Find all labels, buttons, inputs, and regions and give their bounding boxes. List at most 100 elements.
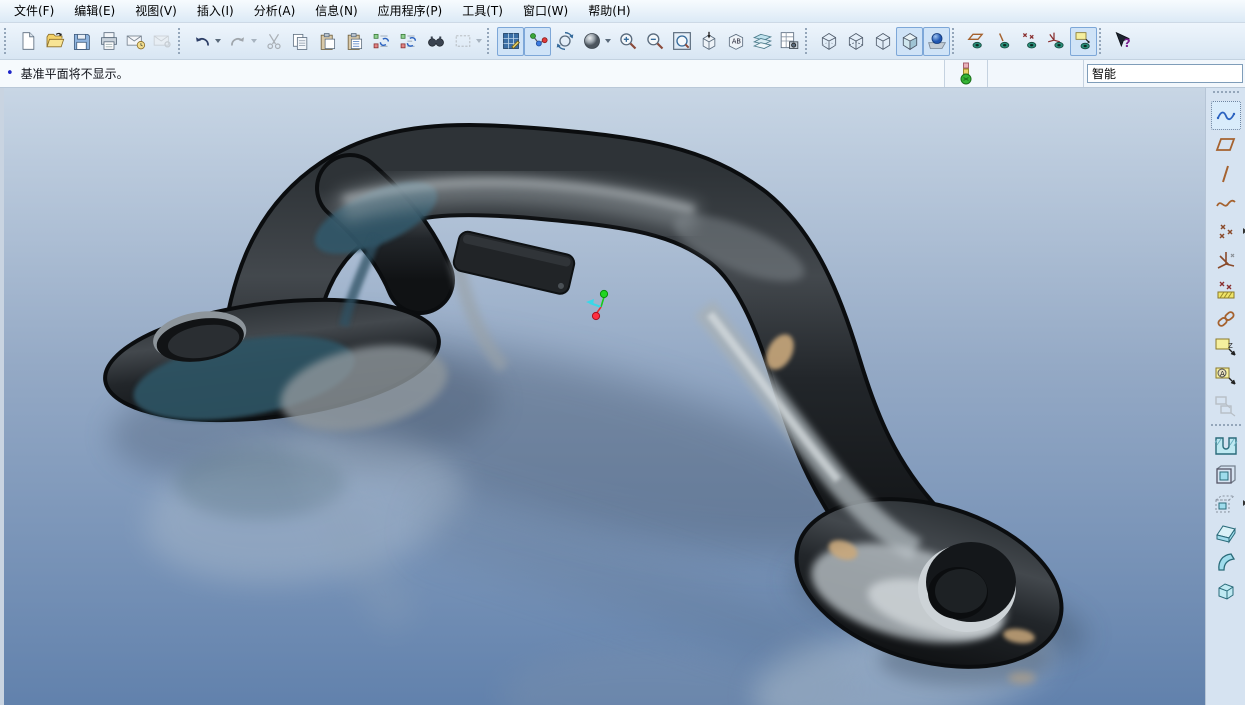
copy-icon	[291, 32, 310, 51]
pad-button[interactable]	[1211, 460, 1241, 489]
layer-settings-button[interactable]	[749, 27, 776, 56]
show-curves-icon	[993, 31, 1013, 51]
sweep-button[interactable]	[1211, 547, 1241, 576]
render-style-caret[interactable]	[605, 39, 611, 43]
orient-view-button[interactable]	[695, 27, 722, 56]
shaded-view-button[interactable]	[896, 27, 923, 56]
wireframe-dim-edges-button[interactable]	[815, 27, 842, 56]
paste-special-icon	[345, 32, 364, 51]
view-snapshot-button[interactable]	[776, 27, 803, 56]
show-points-icon	[1020, 31, 1040, 51]
menu-file[interactable]: 文件(F)	[4, 0, 64, 22]
cut-button[interactable]	[260, 27, 287, 56]
named-views-button[interactable]: AB	[722, 27, 749, 56]
status-spacer	[988, 60, 1083, 87]
toolbar-grip[interactable]	[178, 28, 184, 54]
graphics-window[interactable]	[0, 88, 1205, 705]
toolbar-grip[interactable]	[1099, 28, 1105, 54]
show-datum-planes-button[interactable]	[1070, 27, 1097, 56]
point-set-button[interactable]	[1211, 217, 1241, 246]
update-status-panel	[944, 60, 988, 87]
spline-button[interactable]	[1211, 188, 1241, 217]
viewport-3d-canvas[interactable]	[4, 88, 1205, 705]
line-button[interactable]	[1211, 159, 1241, 188]
point-pattern-button[interactable]	[1211, 275, 1241, 304]
zoom-window-button[interactable]	[668, 27, 695, 56]
open-folder-button[interactable]	[41, 27, 68, 56]
update-work-part-icon	[372, 32, 392, 51]
menu-insert[interactable]: 插入(I)	[187, 0, 244, 22]
save-button[interactable]	[68, 27, 95, 56]
toolbar-grip[interactable]	[952, 28, 958, 54]
datum-csys-button[interactable]	[1211, 246, 1241, 275]
toolbar-grip[interactable]	[487, 28, 493, 54]
block-button[interactable]	[1211, 576, 1241, 605]
emboss-block-button[interactable]	[1211, 518, 1241, 547]
selection-scope-area	[1083, 60, 1245, 87]
paste-special-button[interactable]	[341, 27, 368, 56]
wireframe-hidden-edges-button[interactable]	[842, 27, 869, 56]
paste-button[interactable]	[314, 27, 341, 56]
true-shading-button[interactable]	[923, 27, 950, 56]
selection-dropdown-caret[interactable]	[476, 39, 482, 43]
bounded-plane-icon	[1215, 134, 1237, 156]
undo-dropdown-caret[interactable]	[215, 39, 221, 43]
shaded-sphere-button[interactable]	[578, 27, 605, 56]
point-pattern-icon	[1215, 279, 1237, 301]
toolbar-grip[interactable]	[805, 28, 811, 54]
menu-help[interactable]: 帮助(H)	[578, 0, 640, 22]
main-area: Z A	[0, 88, 1245, 705]
toolbar-grip[interactable]	[1213, 91, 1239, 97]
static-wireframe-button[interactable]	[869, 27, 896, 56]
undo-icon	[192, 32, 212, 50]
menu-window[interactable]: 窗口(W)	[513, 0, 578, 22]
undo-button[interactable]	[188, 27, 215, 56]
show-curves-button[interactable]	[989, 27, 1016, 56]
show-sheets-button[interactable]	[962, 27, 989, 56]
context-help-button[interactable]: ?	[1109, 27, 1136, 56]
show-points-button[interactable]	[1016, 27, 1043, 56]
layer-settings-icon	[752, 31, 773, 51]
print-button[interactable]	[95, 27, 122, 56]
save-icon	[72, 32, 91, 51]
link-mail-button[interactable]	[149, 27, 176, 56]
join-curve-button[interactable]	[1211, 304, 1241, 333]
datum-csys-icon	[1215, 250, 1237, 272]
redo-button[interactable]	[224, 27, 251, 56]
redo-dropdown-caret[interactable]	[251, 39, 257, 43]
menu-edit[interactable]: 编辑(E)	[64, 0, 125, 22]
menu-view[interactable]: 视图(V)	[125, 0, 187, 22]
new-document-button[interactable]	[14, 27, 41, 56]
datum-csys-tool-button[interactable]: A	[1211, 362, 1241, 391]
static-wireframe-icon	[873, 31, 893, 51]
pocket-button[interactable]	[1211, 489, 1241, 518]
menu-information[interactable]: 信息(N)	[305, 0, 367, 22]
paste-icon	[318, 32, 337, 51]
zoom-out-button[interactable]	[641, 27, 668, 56]
point-set-icon	[1215, 221, 1237, 243]
menu-tools[interactable]: 工具(T)	[452, 0, 513, 22]
bounded-plane-button[interactable]	[1211, 130, 1241, 159]
copy-button[interactable]	[287, 27, 314, 56]
datum-plane-group-button[interactable]	[1211, 391, 1241, 420]
toolbar-grip[interactable]	[4, 28, 10, 54]
rotate-view-button[interactable]	[551, 27, 578, 56]
point-snap-button[interactable]	[524, 27, 551, 56]
shaded-view-icon	[900, 31, 920, 51]
update-structure-button[interactable]	[395, 27, 422, 56]
slot-button[interactable]	[1211, 431, 1241, 460]
datum-plane-button[interactable]: Z	[1211, 333, 1241, 362]
send-mail-button[interactable]	[122, 27, 149, 56]
update-work-part-button[interactable]	[368, 27, 395, 56]
selection-scope-input[interactable]	[1087, 64, 1243, 83]
studio-spline-button[interactable]	[1211, 101, 1241, 130]
menu-analysis[interactable]: 分析(A)	[244, 0, 306, 22]
sketch-button[interactable]	[497, 27, 524, 56]
zoom-in-button[interactable]	[614, 27, 641, 56]
show-csys-button[interactable]	[1043, 27, 1070, 56]
datum-csys-tool-icon: A	[1214, 365, 1238, 389]
selection-rectangle-button[interactable]	[449, 27, 476, 56]
svg-text:?: ?	[1123, 36, 1130, 50]
find-button[interactable]	[422, 27, 449, 56]
menu-application[interactable]: 应用程序(P)	[368, 0, 453, 22]
